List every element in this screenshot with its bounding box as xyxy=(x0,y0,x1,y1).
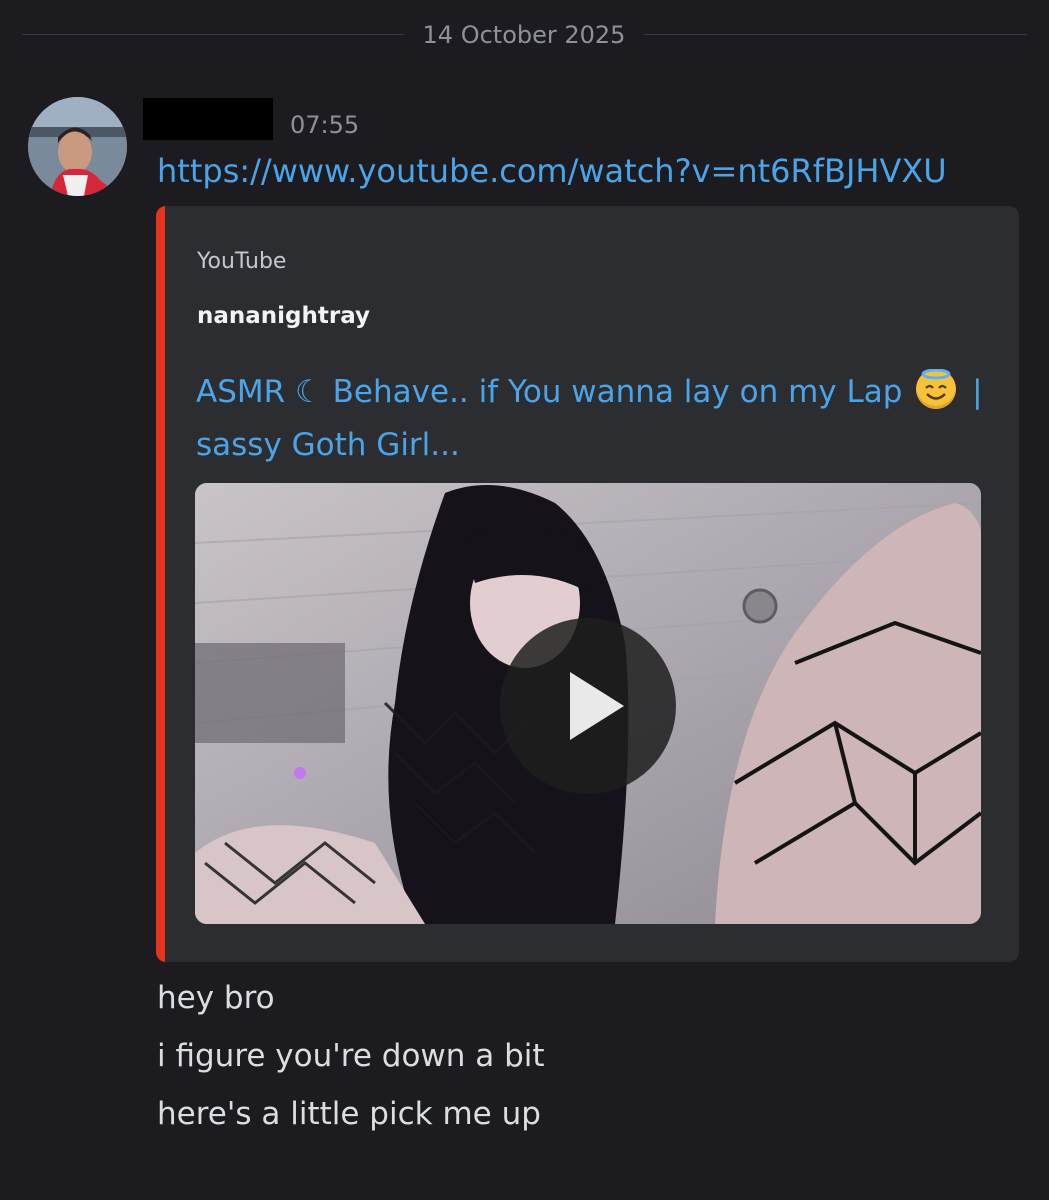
avatar-image xyxy=(28,97,127,196)
username-redacted xyxy=(143,98,273,140)
play-button[interactable] xyxy=(500,618,676,794)
embed-title-text-line2: sassy Goth Girl... xyxy=(196,427,460,463)
embed-title-text: ASMR ☾ Behave.. if You wanna lay on my L… xyxy=(196,374,903,410)
embed-author[interactable]: nananightray xyxy=(197,303,370,329)
message-line-2: i figure you're down a bit xyxy=(157,1038,545,1074)
date-divider-line-left xyxy=(22,34,404,35)
link-embed: YouTube nananightray ASMR ☾ Behave.. if … xyxy=(156,206,1019,962)
play-icon xyxy=(570,672,624,740)
embed-accent-bar xyxy=(156,206,165,962)
message-line-1: hey bro xyxy=(157,980,275,1016)
youtube-link[interactable]: https://www.youtube.com/watch?v=nt6RfBJH… xyxy=(157,150,947,192)
embed-title-separator: | xyxy=(972,374,983,410)
video-thumbnail[interactable] xyxy=(195,483,981,924)
message-timestamp: 07:55 xyxy=(290,111,360,139)
message-line-3: here's a little pick me up xyxy=(157,1096,541,1132)
embed-title-link[interactable]: ASMR ☾ Behave.. if You wanna lay on my L… xyxy=(196,366,986,472)
avatar[interactable] xyxy=(28,97,127,196)
embed-provider[interactable]: YouTube xyxy=(197,250,286,274)
date-divider-label: 14 October 2025 xyxy=(422,21,626,49)
halo-smile-emoji-icon xyxy=(916,369,957,409)
date-divider-line-right xyxy=(644,34,1027,35)
